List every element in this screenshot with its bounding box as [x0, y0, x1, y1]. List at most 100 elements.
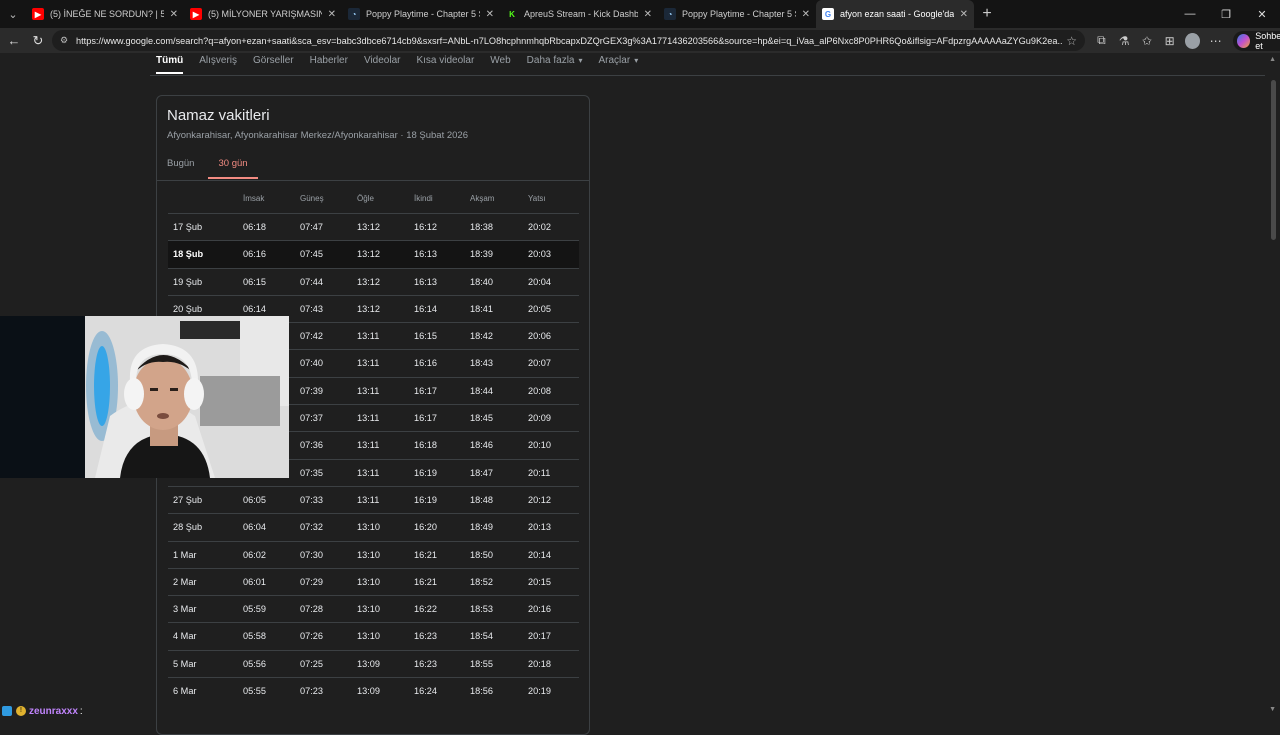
tab-close-icon[interactable]: ✕	[328, 9, 336, 20]
prayer-time: 13:11	[357, 385, 380, 396]
prayer-time: 07:25	[300, 658, 323, 669]
prayer-time: 20:02	[528, 222, 551, 232]
prayer-time: 16:19	[414, 494, 437, 505]
prayer-time: 13:12	[357, 276, 380, 287]
search-nav-divider	[150, 75, 1265, 76]
prayer-time: 07:23	[300, 686, 323, 697]
bookmark-star-icon[interactable]: ☆	[1066, 34, 1077, 48]
close-window-icon[interactable]: ✕	[1244, 0, 1280, 28]
prayer-time: 06:01	[243, 576, 266, 587]
browser-tab-strip: ⌄ ▶ (5) İNEĞE NE SORDUN? | 5Riders ✕ ▶ (5) M…	[0, 0, 1280, 28]
row-date: 6 Mar	[173, 686, 197, 697]
prayer-time: 20:18	[528, 658, 551, 669]
tab-30-days[interactable]: 30 gün	[208, 158, 258, 179]
prayer-time: 06:18	[243, 222, 266, 232]
search-tab[interactable]: Web	[490, 55, 510, 66]
prayer-time: 18:43	[470, 358, 493, 369]
search-tab[interactable]: Haberler	[310, 55, 348, 66]
search-tab[interactable]: Araçlar	[599, 55, 631, 66]
prayer-time: 07:36	[300, 440, 323, 451]
row-date: 18 Şub	[173, 249, 204, 260]
address-bar[interactable]: ⚙ https://www.google.com/search?q=afyon+…	[52, 30, 1085, 51]
browser-tab[interactable]: ◔ Poppy Playtime - Chapter 5 Steam ✕	[342, 0, 500, 28]
split-screen-icon[interactable]: ⚗	[1113, 29, 1136, 53]
chat-separator: :	[79, 705, 83, 717]
minimize-icon[interactable]: —	[1172, 0, 1208, 28]
site-info-icon[interactable]: ⚙	[58, 35, 70, 47]
card-tabs-divider	[157, 180, 589, 181]
search-tab[interactable]: Görseller	[253, 55, 294, 66]
table-row: 3 Mar 05:59 07:28 13:10 16:22 18:53 20:16	[168, 595, 579, 622]
chevron-down-icon: ▾	[578, 56, 583, 65]
prayer-time: 20:15	[528, 576, 551, 587]
prayer-time: 20:17	[528, 631, 551, 642]
prayer-time: 13:10	[357, 631, 380, 642]
prayer-time: 07:45	[300, 249, 323, 260]
more-menu-icon[interactable]: ⋯	[1204, 29, 1227, 53]
prayer-time: 16:24	[414, 686, 437, 697]
browser-tab[interactable]: ◔ Poppy Playtime - Chapter 5 Steam ✕	[658, 0, 816, 28]
search-tab[interactable]: Kısa videolar	[416, 55, 474, 66]
prayer-time: 16:13	[414, 276, 437, 287]
browser-tab[interactable]: Gafyon ezan saati - Google'da Ara ✕	[816, 0, 974, 28]
prayer-time: 20:05	[528, 303, 551, 314]
table-row: 19 Şub 06:15 07:44 13:12 16:13 18:40 20:04	[168, 267, 579, 295]
new-tab-button[interactable]: +	[974, 5, 1000, 23]
search-tab[interactable]: Alışveriş	[199, 55, 237, 66]
prayer-time: 16:15	[414, 331, 437, 342]
prayer-time: 20:08	[528, 385, 551, 396]
browser-tab[interactable]: ▶ (5) İNEĞE NE SORDUN? | 5Riders ✕	[26, 0, 184, 28]
chat-badge-icon: !	[16, 706, 26, 716]
browser-tab[interactable]: K ApreuS Stream - Kick Dashboard ✕	[500, 0, 658, 28]
copilot-chat-button[interactable]: Sohbet et	[1233, 30, 1280, 51]
table-row: 1 Mar 06:02 07:30 13:10 16:21 18:50 20:14	[168, 540, 579, 568]
url-text[interactable]: https://www.google.com/search?q=afyon+ez…	[76, 36, 1062, 46]
scroll-up-icon[interactable]: ▲	[1269, 56, 1276, 63]
prayer-time: 06:04	[243, 522, 266, 533]
tab-close-icon[interactable]: ✕	[170, 9, 178, 20]
collections-icon[interactable]: ⊞	[1158, 29, 1181, 53]
steam-icon: ◔	[348, 8, 360, 20]
search-tab[interactable]: Daha fazla	[527, 55, 575, 66]
scroll-down-icon[interactable]: ▼	[1269, 706, 1276, 713]
prayer-time: 07:40	[300, 358, 323, 369]
search-tab[interactable]: Tümü	[156, 55, 184, 74]
prayer-time: 16:13	[414, 249, 437, 260]
prayer-time: 20:06	[528, 331, 551, 342]
prayer-time: 18:48	[470, 494, 493, 505]
tab-close-icon[interactable]: ✕	[960, 9, 968, 20]
browser-tab[interactable]: ▶ (5) MİLYONER YARIŞMASINI DOLANDIR ✕	[184, 0, 342, 28]
page-scrollbar[interactable]	[1271, 80, 1276, 240]
back-icon[interactable]: ←	[2, 29, 26, 53]
prayer-time: 07:26	[300, 631, 323, 642]
tab-today[interactable]: Bugün	[167, 158, 194, 179]
favorites-icon[interactable]: ✩	[1136, 29, 1159, 53]
tab-close-icon[interactable]: ✕	[802, 9, 810, 20]
card-title: Namaz vakitleri	[167, 107, 270, 124]
row-date: 20 Şub	[173, 303, 203, 314]
tab-title: ApreuS Stream - Kick Dashboard	[524, 9, 638, 19]
prayer-time: 18:44	[470, 385, 493, 396]
prayer-time: 13:12	[357, 303, 380, 314]
extensions-icon[interactable]: ⧉	[1090, 29, 1113, 53]
prayer-time: 13:10	[357, 522, 380, 533]
row-date: 19 Şub	[173, 276, 203, 287]
prayer-time: 13:09	[357, 686, 380, 697]
restore-icon[interactable]: ❐	[1208, 0, 1244, 28]
table-row: 27 Şub 06:05 07:33 13:11 16:19 18:48 20:12	[168, 485, 579, 513]
prayer-time: 07:37	[300, 413, 323, 424]
tab-close-icon[interactable]: ✕	[486, 9, 494, 20]
search-tab[interactable]: Videolar	[364, 55, 401, 66]
table-row: 18 Şub 06:16 07:45 13:12 16:13 18:39 20:03	[168, 240, 579, 268]
profile-avatar[interactable]	[1185, 32, 1201, 49]
prayer-time: 13:09	[357, 658, 380, 669]
column-header: İkindi	[414, 194, 433, 203]
column-header: Akşam	[470, 194, 495, 203]
kick-icon: K	[506, 8, 518, 20]
reload-icon[interactable]: ↻	[26, 29, 50, 53]
tab-close-icon[interactable]: ✕	[644, 9, 652, 20]
prayer-time: 13:10	[357, 549, 380, 560]
prayer-time: 13:12	[357, 222, 380, 232]
tab-search-dropdown-icon[interactable]: ⌄	[0, 0, 26, 28]
prayer-time: 13:10	[357, 576, 380, 587]
